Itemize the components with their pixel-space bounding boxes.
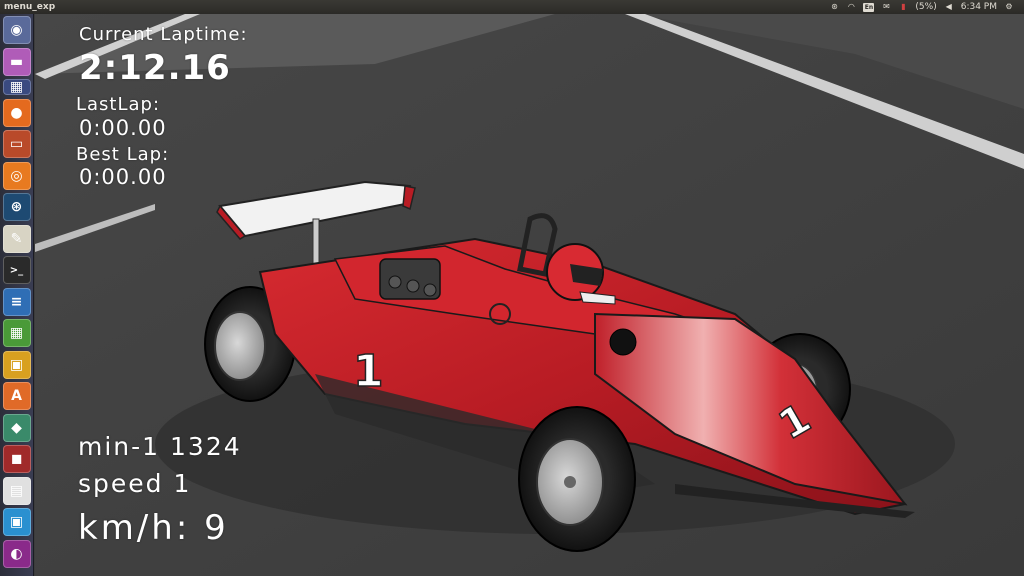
launcher-app-6-icon[interactable]: ◐ xyxy=(2,539,31,568)
launcher-calc-icon[interactable]: ▦ xyxy=(2,319,31,347)
wifi-icon[interactable]: ◠ xyxy=(846,2,856,12)
car-number-side: 1 xyxy=(353,346,384,397)
best-lap-time: 0:00.00 xyxy=(79,165,167,189)
gear-readout: speed 1 xyxy=(78,469,192,498)
volume-icon[interactable]: ◀ xyxy=(944,2,954,12)
system-tray: ⊛ ◠ En ✉ ▮ (5%) ◀ 6:34 PM ⚙ xyxy=(829,0,1024,14)
launcher: ◉ ▬ ▦ ● ▭ ◎ ⊛ ✎ >_ ≡ ▦ ▣ A ◆ ◼ ▤ ▣ ◐ xyxy=(0,14,34,576)
speed-readout: km/h: 9 xyxy=(78,508,229,548)
launcher-dash-home-icon[interactable]: ◉ xyxy=(2,16,31,44)
launcher-files-icon[interactable]: ▭ xyxy=(2,130,31,158)
launcher-workspace-switcher-icon[interactable]: ▦ xyxy=(2,79,31,95)
launcher-software-center-icon[interactable]: A xyxy=(2,382,31,410)
battery-icon[interactable]: ▮ xyxy=(898,2,908,12)
game-viewport[interactable]: 1 1 Current Laptime: 2:12.16 LastLap: 0:… xyxy=(35,14,1024,576)
launcher-app-4-icon[interactable]: ▤ xyxy=(2,476,31,505)
launcher-steam-icon[interactable]: ⊛ xyxy=(2,193,31,221)
top-panel: menu_exp ⊛ ◠ En ✉ ▮ (5%) ◀ 6:34 PM ⚙ xyxy=(0,0,1024,14)
launcher-writer-icon[interactable]: ≡ xyxy=(2,287,31,316)
launcher-impress-icon[interactable]: ▣ xyxy=(2,350,31,379)
window-title: menu_exp xyxy=(4,2,56,12)
launcher-app-3-icon[interactable]: ◼ xyxy=(2,445,31,473)
mail-icon[interactable]: ✉ xyxy=(881,2,891,12)
battery-percent[interactable]: (5%) xyxy=(915,0,936,14)
launcher-app-2-icon[interactable]: ◆ xyxy=(2,413,31,442)
launcher-blender-icon[interactable]: ◎ xyxy=(2,161,31,190)
gear-icon[interactable]: ⚙ xyxy=(1004,2,1014,12)
best-lap-label: Best Lap: xyxy=(76,144,170,165)
launcher-terminal-icon[interactable]: >_ xyxy=(2,256,31,284)
rpm-readout: min-1 1324 xyxy=(78,432,242,461)
keyboard-layout-indicator[interactable]: En xyxy=(863,2,875,12)
last-lap-label: LastLap: xyxy=(76,94,161,115)
last-lap-time: 0:00.00 xyxy=(79,116,167,140)
launcher-firefox-icon[interactable]: ● xyxy=(2,98,31,127)
launcher-text-editor-icon[interactable]: ✎ xyxy=(2,224,31,253)
launcher-app-1-icon[interactable]: ▬ xyxy=(2,47,31,76)
launcher-app-5-icon[interactable]: ▣ xyxy=(2,508,31,536)
current-laptime: 2:12.16 xyxy=(79,48,231,88)
clock[interactable]: 6:34 PM xyxy=(961,0,997,14)
current-laptime-label: Current Laptime: xyxy=(79,24,248,45)
steam-tray-icon[interactable]: ⊛ xyxy=(829,2,839,12)
